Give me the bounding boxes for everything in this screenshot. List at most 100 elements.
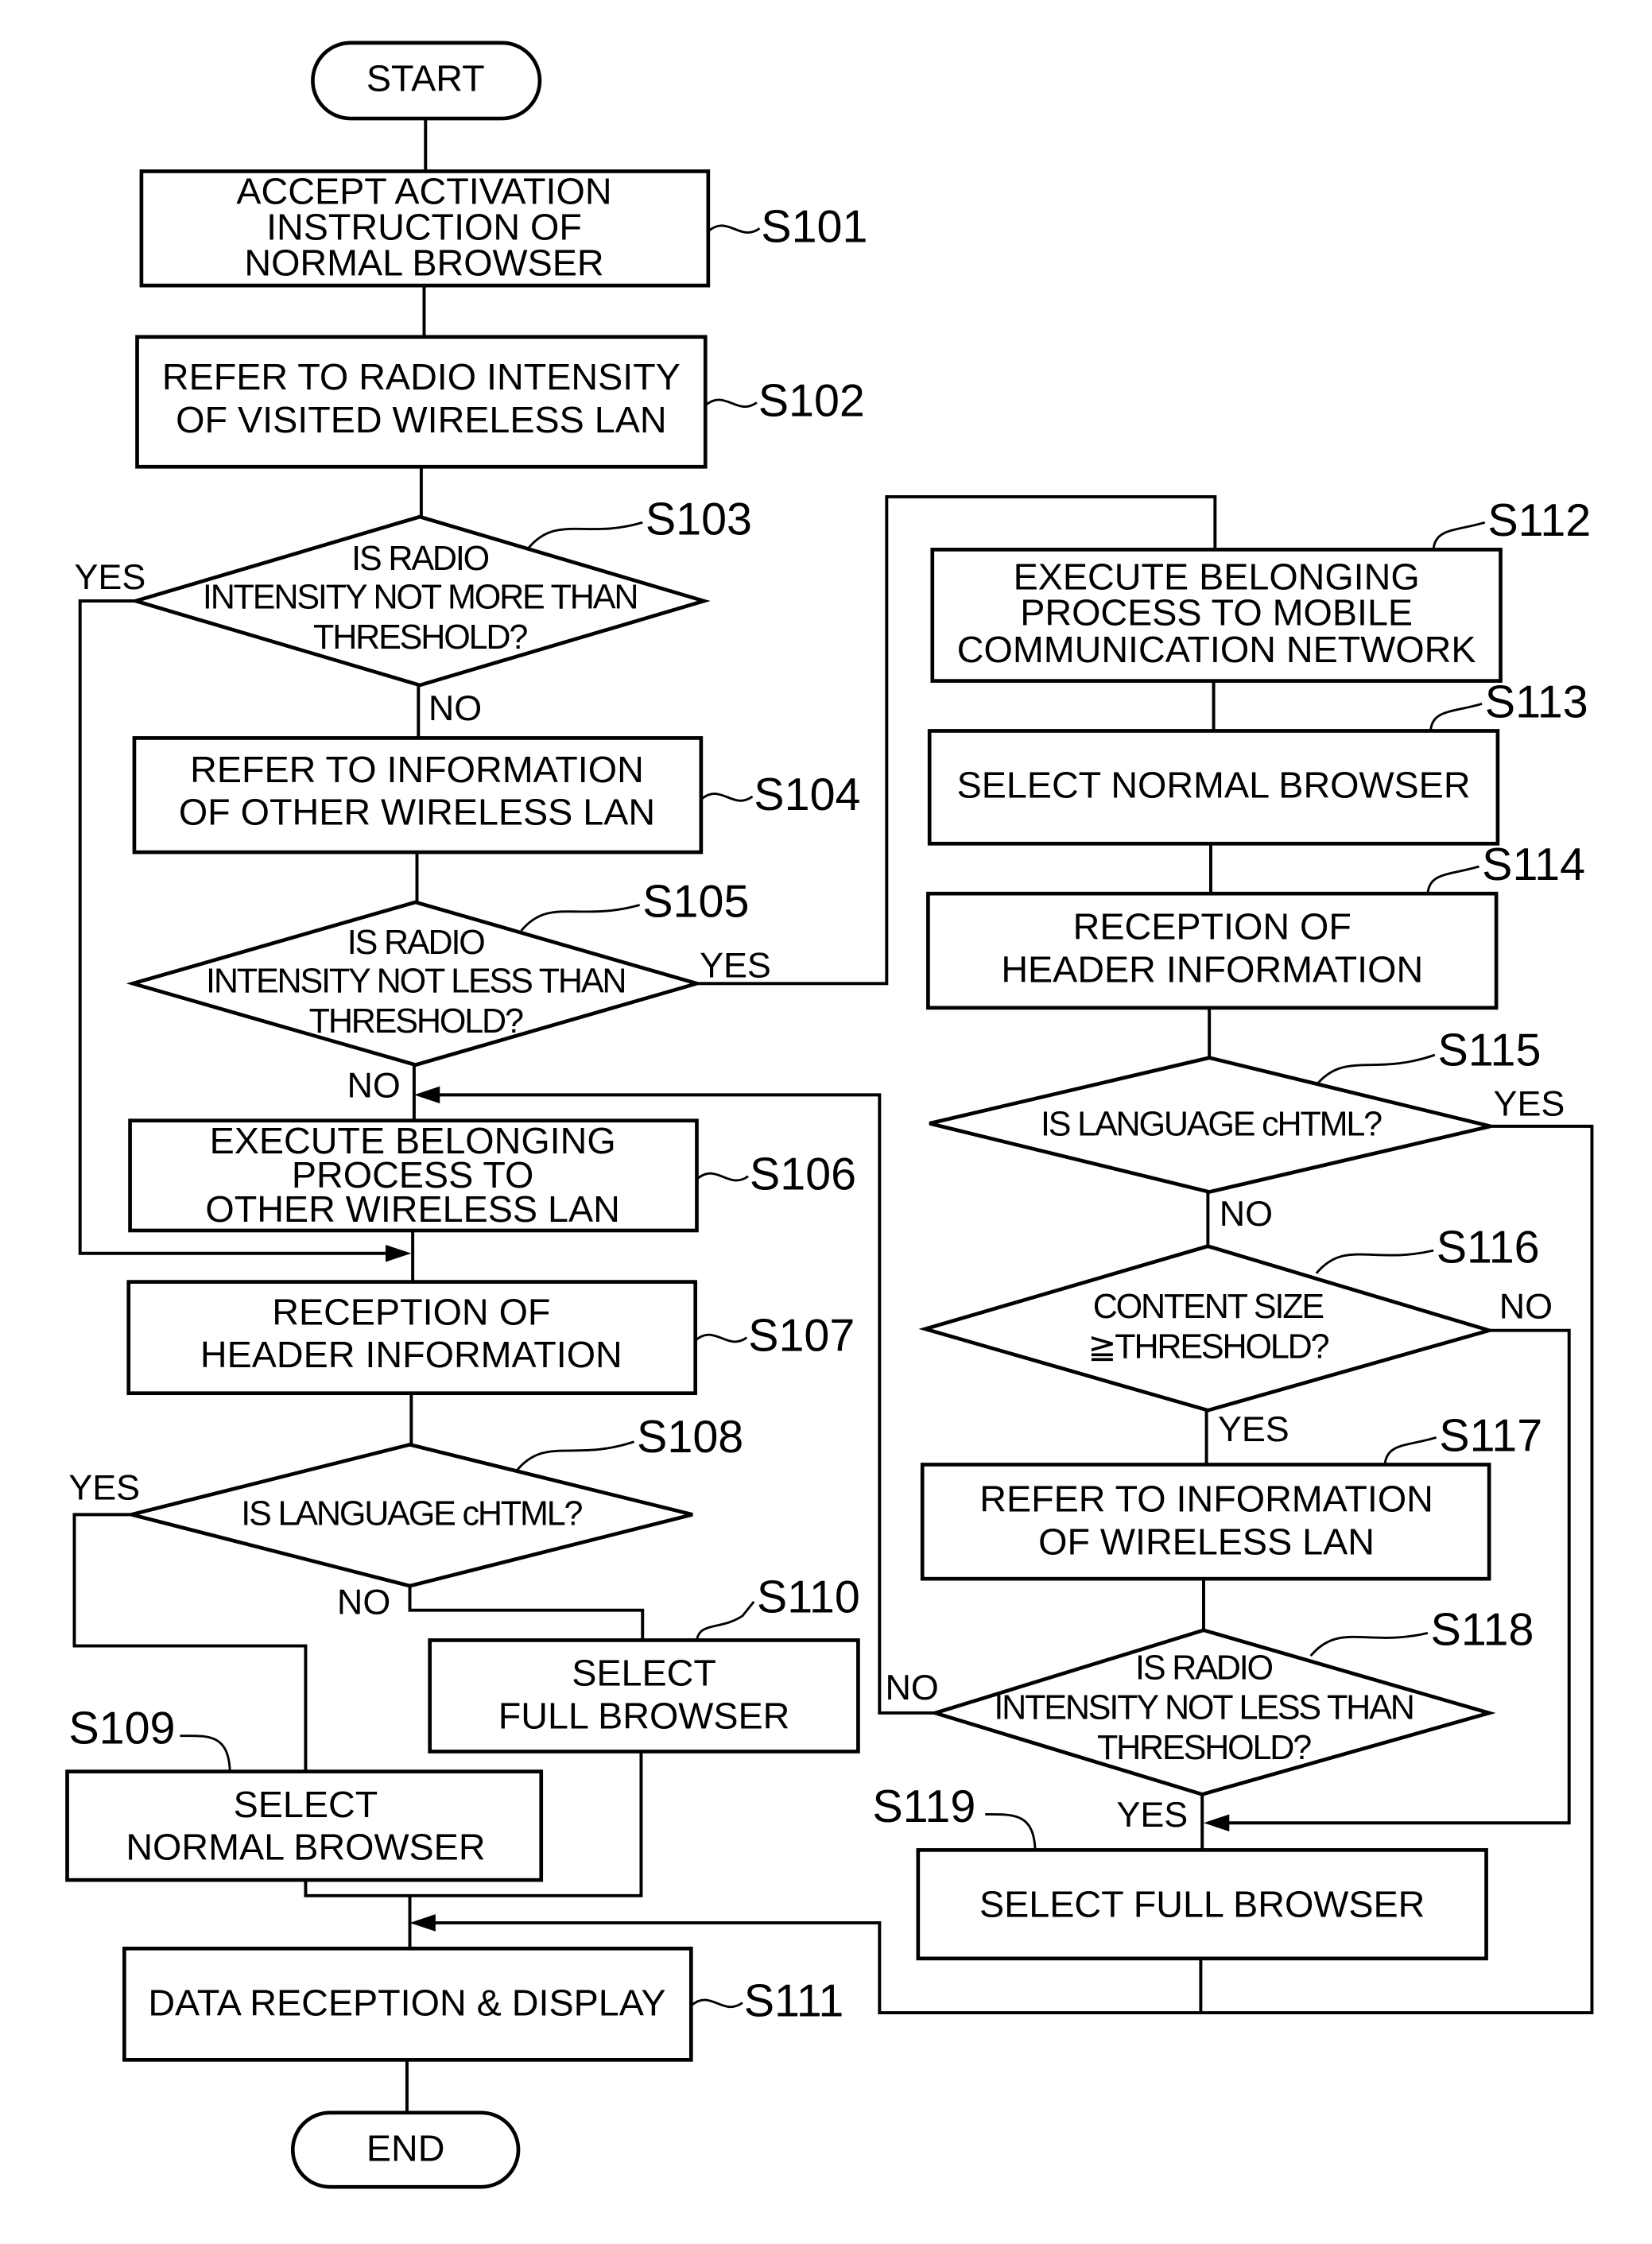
decision-s115: IS LANGUAGE cHTML? S115 YES NO [929, 1025, 1565, 1234]
step-s107-line-2: HEADER INFORMATION [200, 1334, 622, 1375]
decision-s105-line-2: INTENSITY NOT LESS THAN [206, 963, 625, 1001]
decision-s103-line-1: IS RADIO [351, 540, 489, 578]
decision-s103-no-label: NO [429, 688, 482, 728]
decision-s118: IS RADIO INTENSITY NOT LESS THAN THRESHO… [886, 1605, 1534, 1835]
step-s112-id: S112 [1487, 495, 1591, 546]
decision-s105-yes-label: YES [700, 944, 771, 985]
decision-s105-id: S105 [642, 877, 749, 928]
step-s106-line-3: OTHER WIRELESS LAN [205, 1188, 619, 1230]
step-s113-box: SELECT NORMAL BROWSER S113 [927, 676, 1588, 846]
step-s113-leader [1429, 702, 1483, 731]
decision-s115-leader [1315, 1053, 1436, 1086]
decision-s118-line-2: INTENSITY NOT LESS THAN [994, 1689, 1413, 1727]
decision-s118-yes-label: YES [1116, 1794, 1188, 1835]
step-s114-line-1: RECEPTION OF [1073, 905, 1351, 947]
step-s106-leader [696, 1172, 749, 1182]
decision-s116-line-2: ≧THRESHOLD? [1088, 1327, 1328, 1366]
arrowhead-s103-yes [385, 1244, 412, 1262]
step-s112-box: EXECUTE BELONGING PROCESS TO MOBILE COMM… [930, 495, 1591, 683]
decision-s115-line-1: IS LANGUAGE cHTML? [1041, 1105, 1382, 1143]
step-s101-line-3: NORMAL BROWSER [244, 242, 603, 283]
step-s119-line-1: SELECT FULL BROWSER [979, 1884, 1425, 1925]
step-s104-line-1: REFER TO INFORMATION [190, 749, 644, 790]
decision-s118-line-3: THRESHOLD? [1097, 1729, 1311, 1767]
decision-s103-yes-label: YES [75, 556, 146, 597]
step-s114-id: S114 [1482, 839, 1585, 890]
step-s104-leader [700, 793, 754, 802]
arrowhead-s118-no [413, 1086, 440, 1104]
decision-s105-leader [520, 904, 641, 932]
decision-s108-id: S108 [637, 1412, 743, 1463]
step-s109-id: S109 [68, 1703, 175, 1754]
step-s110-line-2: FULL BROWSER [498, 1695, 790, 1736]
step-s114-leader [1426, 865, 1479, 894]
decision-s118-line-1: IS RADIO [1135, 1649, 1273, 1687]
step-s104-line-2: OF OTHER WIRELESS LAN [179, 792, 655, 833]
arrowhead-s116-no [1203, 1814, 1230, 1832]
decision-s118-id: S118 [1431, 1605, 1534, 1656]
step-s111-box: DATA RECEPTION & DISPLAY S111 [122, 1946, 843, 2062]
step-s107-box: RECEPTION OF HEADER INFORMATION S107 [126, 1280, 855, 1396]
step-s102-leader [704, 398, 758, 408]
decision-s116-line-1: CONTENT SIZE [1093, 1288, 1324, 1326]
decision-s116-leader [1315, 1249, 1434, 1274]
step-s101-box: ACCEPT ACTIVATION INSTRUCTION OF NORMAL … [139, 169, 867, 288]
decision-s108-leader [516, 1440, 634, 1471]
step-s113-id: S113 [1485, 676, 1588, 727]
connector-s108-no-s110 [408, 1586, 645, 1641]
flowchart: START ACCEPT ACTIVATION INSTRUCTION OF N… [65, 41, 1594, 2189]
decision-s103-line-2: INTENSITY NOT MORE THAN [203, 579, 637, 617]
step-s119-id: S119 [872, 1781, 975, 1832]
step-s119-leader [985, 1813, 1037, 1851]
decision-s108-no-label: NO [337, 1581, 390, 1622]
decision-s115-no-label: NO [1220, 1193, 1273, 1234]
decision-s108-yes-label: YES [68, 1467, 140, 1508]
step-s109-line-1: SELECT [234, 1784, 378, 1825]
step-s104-box: REFER TO INFORMATION OF OTHER WIRELESS L… [132, 736, 860, 855]
step-s110-box: SELECT FULL BROWSER S110 [428, 1572, 860, 1754]
decision-s116-yes-label: YES [1218, 1409, 1289, 1449]
decision-s116-id: S116 [1437, 1222, 1540, 1273]
step-s107-line-1: RECEPTION OF [272, 1291, 550, 1332]
decision-s103-leader [527, 521, 643, 549]
step-s117-line-2: OF WIRELESS LAN [1038, 1521, 1375, 1562]
step-s110-leader [696, 1600, 755, 1641]
decision-s105-line-1: IS RADIO [347, 924, 485, 962]
step-s114-box: RECEPTION OF HEADER INFORMATION S114 [926, 839, 1585, 1010]
step-s101-id: S101 [761, 201, 867, 252]
step-s111-leader [690, 1998, 743, 2009]
step-s106-id: S106 [750, 1149, 856, 1200]
start-label: START [366, 58, 485, 99]
decision-s118-leader [1309, 1631, 1429, 1657]
step-s107-leader [694, 1333, 748, 1343]
step-s117-leader [1383, 1436, 1437, 1465]
step-s117-line-1: REFER TO INFORMATION [979, 1479, 1433, 1520]
step-s112-line-3: COMMUNICATION NETWORK [957, 629, 1476, 670]
step-s109-line-2: NORMAL BROWSER [126, 1827, 485, 1868]
connector-s109-merge [304, 1878, 412, 1949]
end-label: END [366, 2128, 445, 2169]
decision-s108-line-1: IS LANGUAGE cHTML? [241, 1495, 582, 1533]
decision-s115-id: S115 [1438, 1025, 1541, 1075]
step-s104-id: S104 [754, 769, 860, 820]
step-s101-leader [707, 224, 761, 234]
decision-s115-yes-label: YES [1494, 1083, 1565, 1124]
step-s102-box: REFER TO RADIO INTENSITY OF VISITED WIRE… [135, 335, 865, 469]
step-s102-line-2: OF VISITED WIRELESS LAN [176, 399, 666, 440]
decision-s108: IS LANGUAGE cHTML? S108 YES NO [68, 1412, 743, 1622]
decision-s103: IS RADIO INTENSITY NOT MORE THAN THRESHO… [75, 494, 753, 728]
step-s114-line-2: HEADER INFORMATION [1001, 948, 1423, 990]
end-terminal: END [290, 2110, 521, 2189]
decision-s118-no-label: NO [886, 1667, 939, 1707]
decision-s103-id: S103 [646, 494, 752, 545]
step-s102-line-1: REFER TO RADIO INTENSITY [162, 356, 681, 397]
step-s102-id: S102 [758, 375, 865, 426]
step-s107-id: S107 [748, 1311, 855, 1362]
step-s110-line-1: SELECT [572, 1653, 716, 1694]
step-s112-line-2: PROCESS TO MOBILE [1020, 591, 1413, 633]
arrowhead-s119-merge [409, 1914, 436, 1932]
decision-s103-line-3: THRESHOLD? [313, 618, 527, 657]
step-s111-line-1: DATA RECEPTION & DISPLAY [148, 1982, 665, 2023]
decision-s105-no-label: NO [347, 1064, 401, 1105]
decision-s105-line-3: THRESHOLD? [309, 1002, 523, 1041]
